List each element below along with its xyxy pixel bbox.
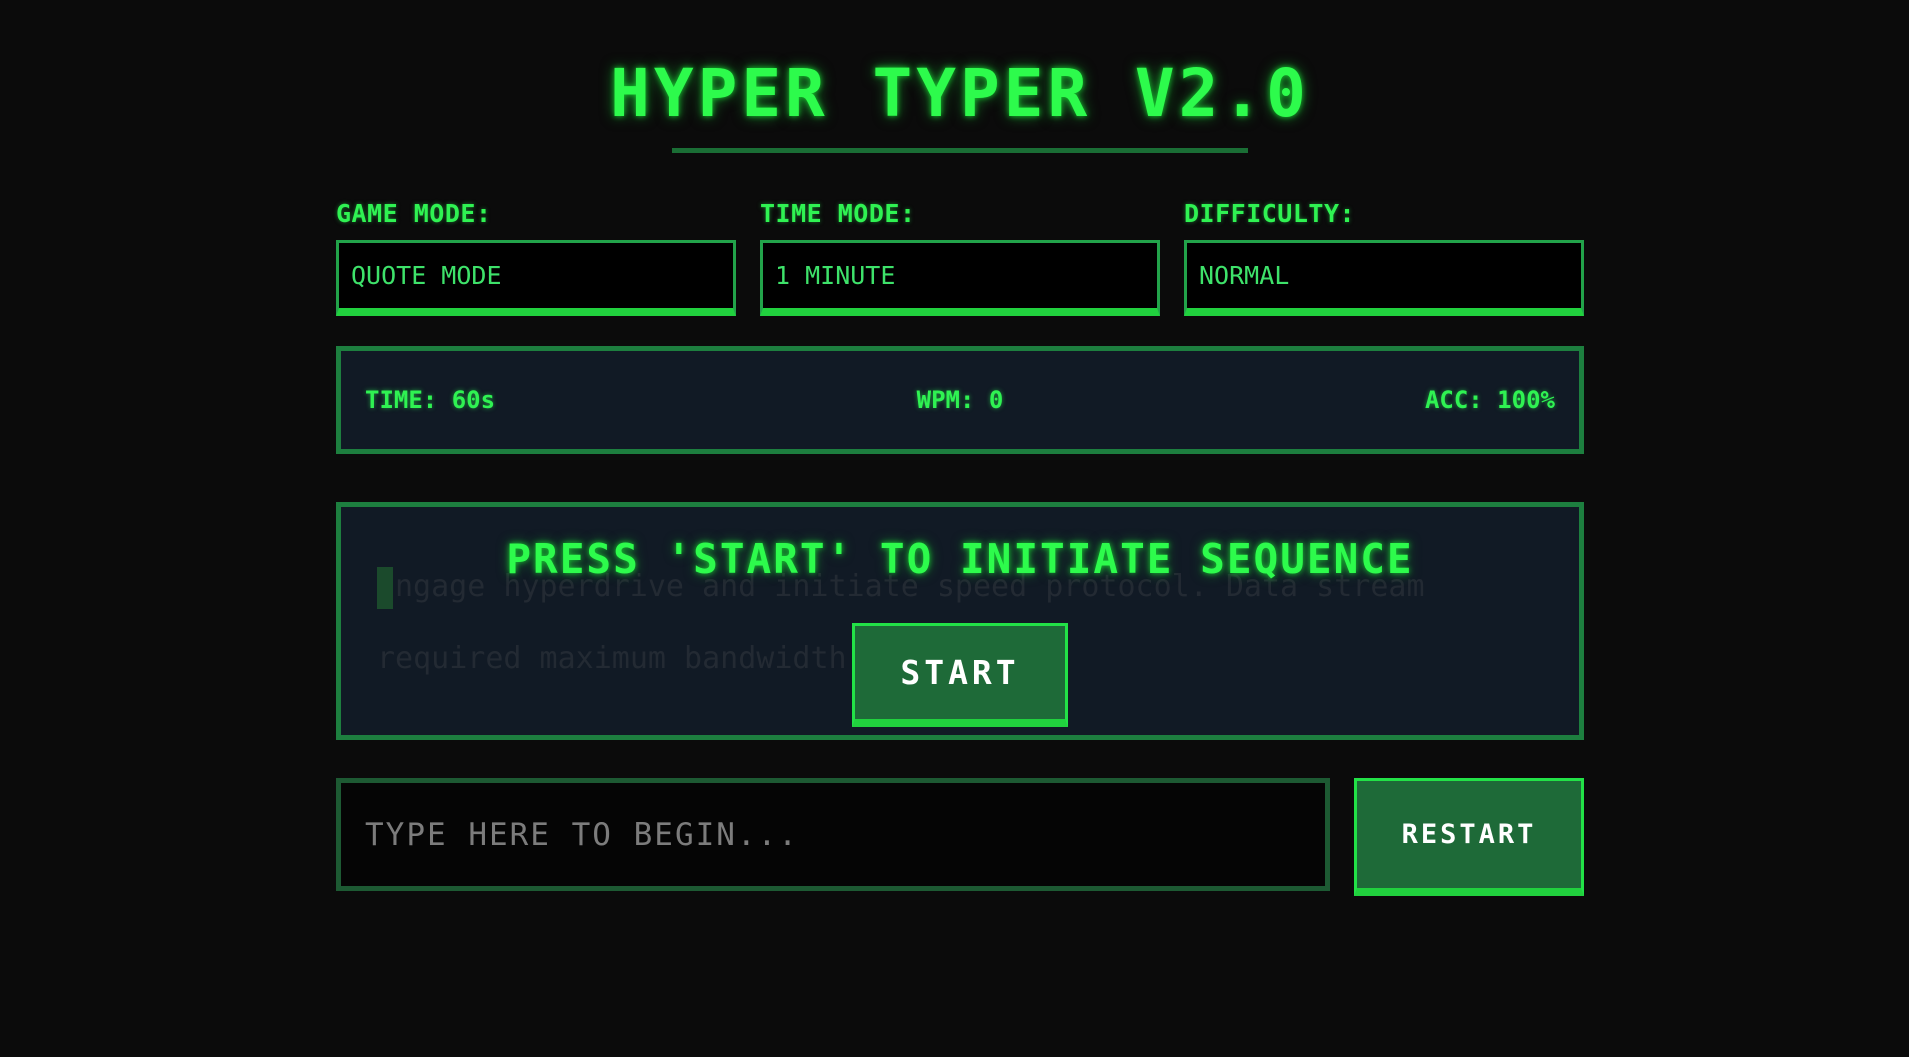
typing-input[interactable]: [336, 778, 1330, 891]
restart-button[interactable]: RESTART: [1354, 778, 1584, 896]
time-mode-label: TIME MODE:: [760, 199, 916, 228]
game-mode-group: GAME MODE: QUOTE MODE: [336, 196, 736, 316]
time-mode-group: TIME MODE: 1 MINUTE: [760, 196, 1160, 316]
time-mode-select[interactable]: 1 MINUTE: [760, 240, 1160, 316]
difficulty-select[interactable]: NORMAL: [1184, 240, 1584, 316]
start-prompt: PRESS 'START' TO INITIATE SEQUENCE: [506, 535, 1414, 583]
time-stat: TIME: 60s: [365, 386, 496, 414]
text-stage: ngage hyperdrive and initiate speed prot…: [336, 502, 1584, 740]
title-underline: [672, 148, 1248, 153]
game-mode-select[interactable]: QUOTE MODE: [336, 240, 736, 316]
stats-bar: TIME: 60s WPM: 0 ACC: 100%: [336, 346, 1584, 454]
game-mode-label: GAME MODE:: [336, 199, 492, 228]
app-title: HYPER TYPER V2.0: [610, 55, 1310, 132]
difficulty-label: DIFFICULTY:: [1184, 199, 1356, 228]
wpm-stat: WPM: 0: [916, 386, 1004, 414]
start-button[interactable]: START: [852, 623, 1068, 727]
difficulty-group: DIFFICULTY: NORMAL: [1184, 196, 1584, 316]
accuracy-stat: ACC: 100%: [1424, 386, 1555, 414]
